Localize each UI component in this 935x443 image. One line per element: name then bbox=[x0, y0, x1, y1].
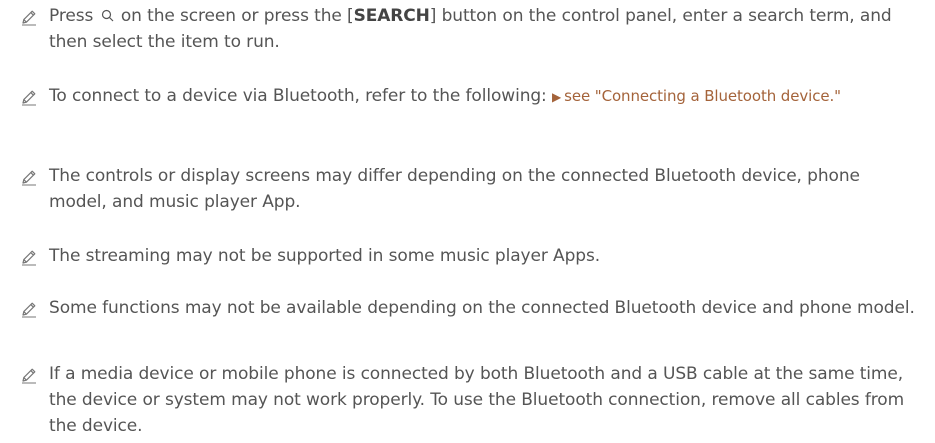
note-text-part: To connect to a device via Bluetooth, re… bbox=[49, 86, 552, 106]
pencil-icon bbox=[20, 300, 38, 318]
notes-list: Press on the screen or press the [SEARCH… bbox=[0, 0, 935, 443]
note-item: Some functions may not be available depe… bbox=[20, 295, 920, 321]
note-text: Some functions may not be available depe… bbox=[49, 298, 915, 318]
note-text: The controls or display screens may diff… bbox=[49, 166, 860, 212]
search-button-label: SEARCH bbox=[353, 6, 430, 26]
pencil-icon bbox=[20, 366, 38, 384]
pencil-icon bbox=[20, 248, 38, 266]
note-text: If a media device or mobile phone is con… bbox=[49, 364, 905, 436]
note-item: If a media device or mobile phone is con… bbox=[20, 361, 920, 439]
pencil-icon bbox=[20, 168, 38, 186]
note-text: The streaming may not be supported in so… bbox=[49, 246, 601, 266]
note-item: The streaming may not be supported in so… bbox=[20, 243, 920, 269]
note-item: The controls or display screens may diff… bbox=[20, 163, 920, 215]
pencil-icon bbox=[20, 88, 38, 106]
note-text-part: Press bbox=[49, 6, 99, 26]
note-text: Press on the screen or press the [SEARCH… bbox=[49, 3, 920, 55]
note-text: To connect to a device via Bluetooth, re… bbox=[49, 83, 841, 110]
search-icon bbox=[101, 4, 114, 22]
play-arrow-icon: ▶ bbox=[552, 90, 562, 104]
see-connecting-bluetooth-link[interactable]: ▶ see "Connecting a Bluetooth device." bbox=[552, 87, 841, 105]
pencil-icon bbox=[20, 8, 38, 26]
note-item: Press on the screen or press the [SEARCH… bbox=[20, 3, 920, 55]
note-item: To connect to a device via Bluetooth, re… bbox=[20, 83, 920, 110]
note-text-part: on the screen or press the [ bbox=[115, 6, 354, 26]
link-label: see "Connecting a Bluetooth device." bbox=[564, 87, 841, 105]
